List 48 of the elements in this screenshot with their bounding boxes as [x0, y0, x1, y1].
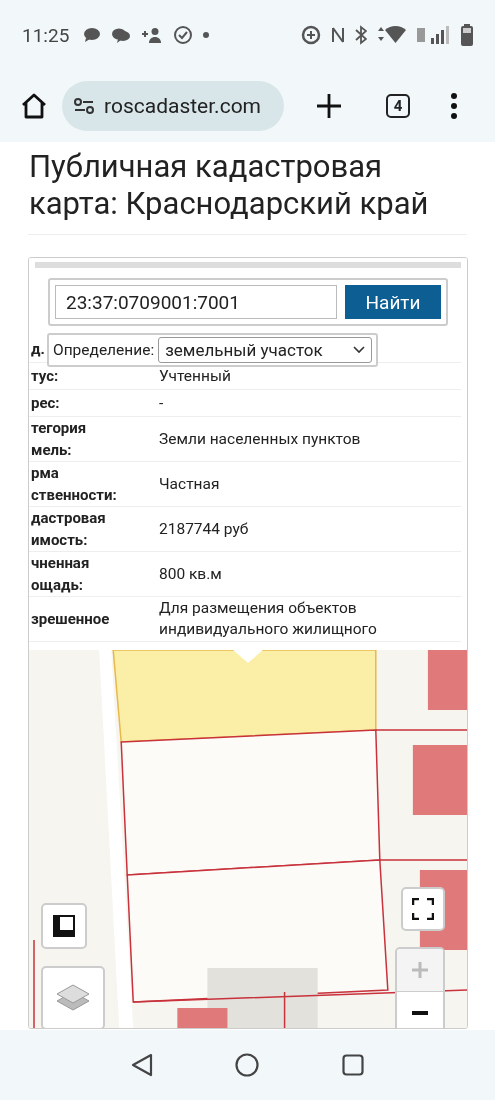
minus-icon	[411, 1009, 429, 1016]
property-label: тус:	[30, 366, 59, 387]
plus-icon	[411, 961, 429, 979]
find-button[interactable]: Найти	[345, 285, 441, 319]
tab-count-button[interactable]: 4	[386, 94, 410, 118]
chevron-down-icon	[352, 346, 365, 354]
clock: 11:25	[22, 23, 70, 47]
signal-icon	[417, 26, 451, 44]
wifi-icon	[377, 25, 407, 45]
property-value: Частная	[158, 473, 220, 495]
property-label: чненная ощадь:	[30, 553, 90, 596]
dot-icon	[203, 32, 210, 38]
add-person-icon	[141, 27, 164, 43]
chat-bubbles-icon	[111, 27, 132, 43]
definition-select[interactable]: земельный участок	[158, 337, 372, 363]
property-label: тегория мель:	[30, 418, 87, 461]
chat-bubble-icon	[83, 27, 102, 43]
definition-label: Определение:	[53, 341, 155, 359]
property-value: Для размещения объектов индивидуального жилищного	[158, 598, 377, 640]
property-label: дастровая имость:	[30, 508, 106, 551]
plus-circle-icon	[301, 25, 321, 45]
check-circle-icon	[173, 25, 194, 45]
home-circle-icon[interactable]	[235, 1053, 260, 1077]
ruler-icon	[52, 914, 76, 938]
property-label: д.	[30, 339, 45, 360]
property-label: рма ственности:	[30, 463, 117, 506]
fullscreen-button[interactable]	[401, 887, 445, 931]
property-label: зрешенное	[30, 609, 110, 630]
ruler-button[interactable]	[41, 903, 87, 949]
property-label: рес:	[30, 393, 60, 414]
nfc-icon	[331, 26, 345, 44]
property-value: Учтенный	[158, 365, 231, 387]
recents-icon[interactable]	[341, 1054, 364, 1076]
fullscreen-icon	[412, 898, 434, 920]
bluetooth-icon	[355, 25, 367, 45]
back-icon[interactable]	[131, 1053, 154, 1077]
home-icon[interactable]	[20, 93, 48, 119]
address-bar[interactable]: roscadaster.com	[62, 81, 284, 131]
battery-icon	[461, 24, 473, 46]
new-tab-icon[interactable]	[316, 93, 342, 119]
page-title: Публичная кадастровая карта: Краснодарский край	[29, 148, 430, 222]
property-value: 800 кв.м	[158, 563, 222, 585]
tune-icon[interactable]	[74, 98, 94, 114]
cadastral-number-field[interactable]: 23:37:0709001:7001	[55, 285, 337, 319]
property-value: -	[158, 392, 164, 414]
property-value: Земли населенных пунктов	[158, 428, 361, 450]
property-value: 2187744 руб	[158, 518, 249, 540]
menu-icon[interactable]	[450, 93, 458, 119]
